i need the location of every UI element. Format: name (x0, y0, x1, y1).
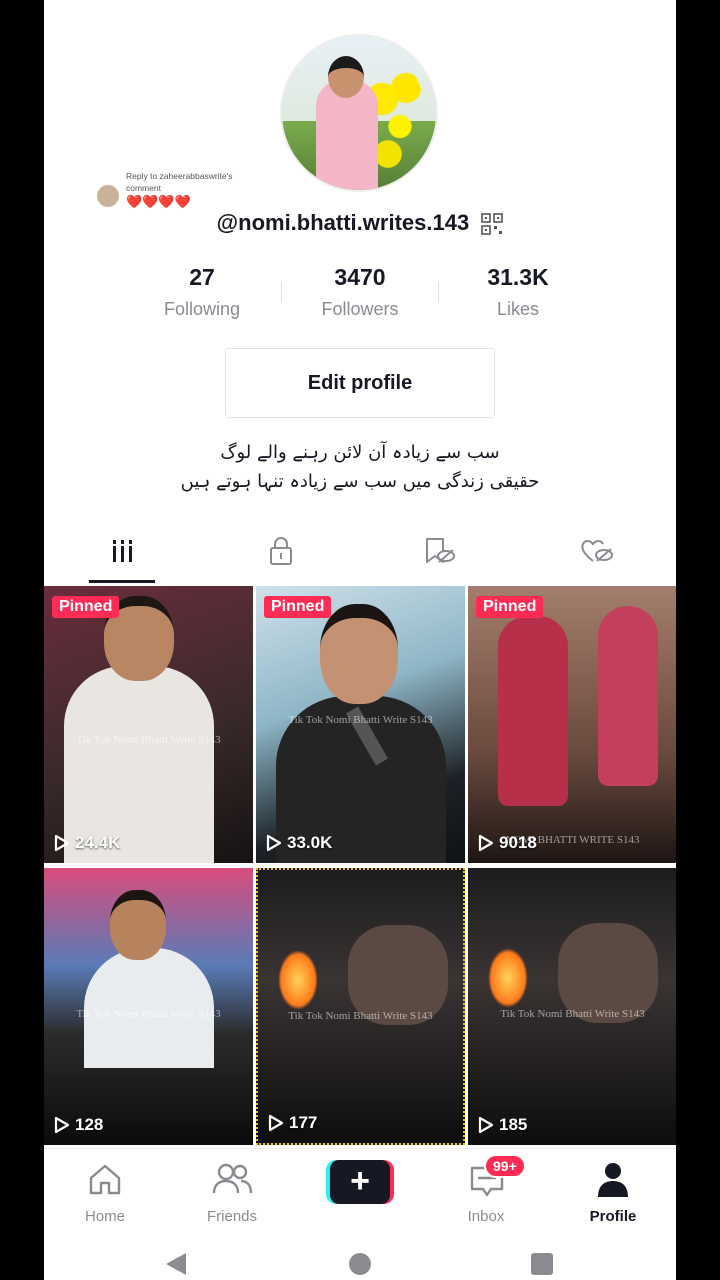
video-watermark: Tik Tok Nomi Bhatti Write S143 (500, 1008, 645, 1020)
view-count: 24.4K (54, 833, 120, 853)
nav-home[interactable]: Home (50, 1157, 160, 1227)
stat-likes-label: Likes (496, 299, 540, 319)
nav-home-label: Home (84, 1208, 125, 1225)
tab-favorites[interactable] (360, 520, 518, 582)
video-watermark: Tik Tok Nomi Bhatti Write S143 (76, 734, 221, 746)
bio-line-2: حقیقی زندگی میں سب سے زیادہ تنہا ہوتے ہی… (180, 471, 540, 492)
thumb-figure (498, 616, 568, 806)
thumb-head (320, 604, 398, 704)
play-icon (268, 1114, 284, 1132)
recents-square-icon[interactable] (530, 1252, 554, 1276)
view-count: 128 (54, 1115, 103, 1135)
back-icon[interactable] (164, 1251, 188, 1277)
system-navigation-bar (44, 1230, 676, 1280)
reply-caption: Reply to zaheerabbaswrite's comment (126, 171, 233, 193)
video-watermark: Tik Tok Nomi Bhatti Write S143 (288, 714, 433, 726)
avatar-head (328, 56, 364, 98)
play-icon (266, 834, 282, 852)
tab-private[interactable] (202, 520, 360, 582)
pinned-badge: Pinned (476, 596, 544, 618)
commenter-avatar (96, 184, 120, 208)
create-button[interactable]: + (326, 1160, 394, 1204)
play-icon (478, 1116, 494, 1134)
nav-inbox-label: Inbox (467, 1208, 505, 1225)
stat-followers[interactable]: 3470 Followers (280, 260, 440, 324)
grid-icon (113, 540, 132, 562)
active-tab-indicator (89, 580, 155, 583)
profile-handle: @nomi.bhatti.writes.143 (216, 210, 470, 235)
bookmark-eye-icon (426, 538, 455, 563)
nav-profile[interactable]: Profile (558, 1157, 668, 1227)
bottom-navigation: Home Friends + Inbox 99+ Profile (44, 1148, 676, 1230)
profile-stats: 27 Following 3470 Followers 31.3K Likes (44, 260, 676, 330)
stat-following-value: 27 (189, 264, 215, 290)
view-count: 185 (478, 1115, 527, 1135)
qr-code-icon[interactable] (481, 213, 504, 235)
stat-following[interactable]: 27 Following (122, 260, 282, 324)
view-count: 9018 (478, 833, 537, 853)
video-thumbnail[interactable]: Tik Tok Nomi Bhatti Write S143 185 (468, 868, 676, 1145)
profile-handle-row: @nomi.bhatti.writes.143 (44, 210, 676, 236)
video-watermark: Tik Tok Nomi Bhatti Write S143 (76, 1008, 221, 1020)
stat-followers-label: Followers (321, 299, 399, 319)
pinned-badge: Pinned (264, 596, 332, 618)
nav-profile-label: Profile (589, 1208, 637, 1225)
thumb-figure (598, 606, 658, 786)
view-count: 33.0K (266, 833, 332, 853)
thumb-head (110, 890, 166, 960)
video-grid: Tik Tok Nomi Bhatti Write S143 Pinned 24… (44, 584, 676, 1149)
stat-likes[interactable]: 31.3K Likes (438, 260, 598, 324)
reply-hearts: ❤️❤️❤️❤️ (126, 194, 191, 209)
tab-liked[interactable] (518, 520, 676, 582)
home-circle-icon[interactable] (348, 1252, 372, 1276)
profile-screen: Reply to zaheerabbaswrite's comment ❤️❤️… (44, 0, 676, 1280)
play-icon (478, 834, 494, 852)
nav-friends[interactable]: Friends (177, 1157, 287, 1227)
heart-eye-icon (581, 540, 613, 562)
stat-followers-value: 3470 (334, 264, 386, 290)
lock-icon (270, 537, 292, 565)
video-watermark: Tik Tok Nomi Bhatti Write S143 (288, 1010, 433, 1022)
plus-icon: + (330, 1160, 390, 1204)
content-tabs (44, 520, 676, 584)
view-count-value: 24.4K (75, 833, 121, 852)
view-count-value: 9018 (499, 833, 537, 852)
bio-line-1: سب سے زیادہ آن لائن رہنے والے لوگ (220, 442, 500, 463)
pinned-badge: Pinned (52, 596, 120, 618)
thumb-fire (278, 950, 318, 1010)
stat-following-label: Following (163, 299, 241, 319)
view-count-value: 128 (75, 1115, 104, 1134)
video-thumbnail[interactable]: Tik Tok Nomi Bhatti Write S143 Pinned 33… (256, 586, 465, 863)
view-count-value: 185 (499, 1115, 528, 1134)
inbox-badge: 99+ (484, 1154, 526, 1178)
thumb-fire (488, 948, 528, 1008)
nav-friends-label: Friends (206, 1208, 258, 1225)
view-count-value: 177 (289, 1113, 318, 1132)
profile-avatar[interactable] (280, 34, 438, 192)
view-count: 177 (268, 1113, 317, 1133)
video-thumbnail[interactable]: Tik Tok Nomi Bhatti Write S143 128 (44, 868, 253, 1145)
play-icon (54, 834, 70, 852)
video-thumbnail[interactable]: NOMI BHATTI WRITE S143 Pinned 9018 (468, 586, 676, 863)
tab-videos[interactable] (44, 520, 202, 582)
video-thumbnail[interactable]: Tik Tok Nomi Bhatti Write S143 177 (256, 868, 465, 1145)
friends-icon (212, 1163, 253, 1194)
stat-likes-value: 31.3K (487, 264, 549, 290)
video-thumbnail[interactable]: Tik Tok Nomi Bhatti Write S143 Pinned 24… (44, 586, 253, 863)
view-count-value: 33.0K (287, 833, 333, 852)
profile-icon (598, 1163, 628, 1197)
play-icon (54, 1116, 70, 1134)
home-icon (89, 1164, 121, 1195)
edit-profile-button[interactable]: Edit profile (225, 348, 495, 418)
